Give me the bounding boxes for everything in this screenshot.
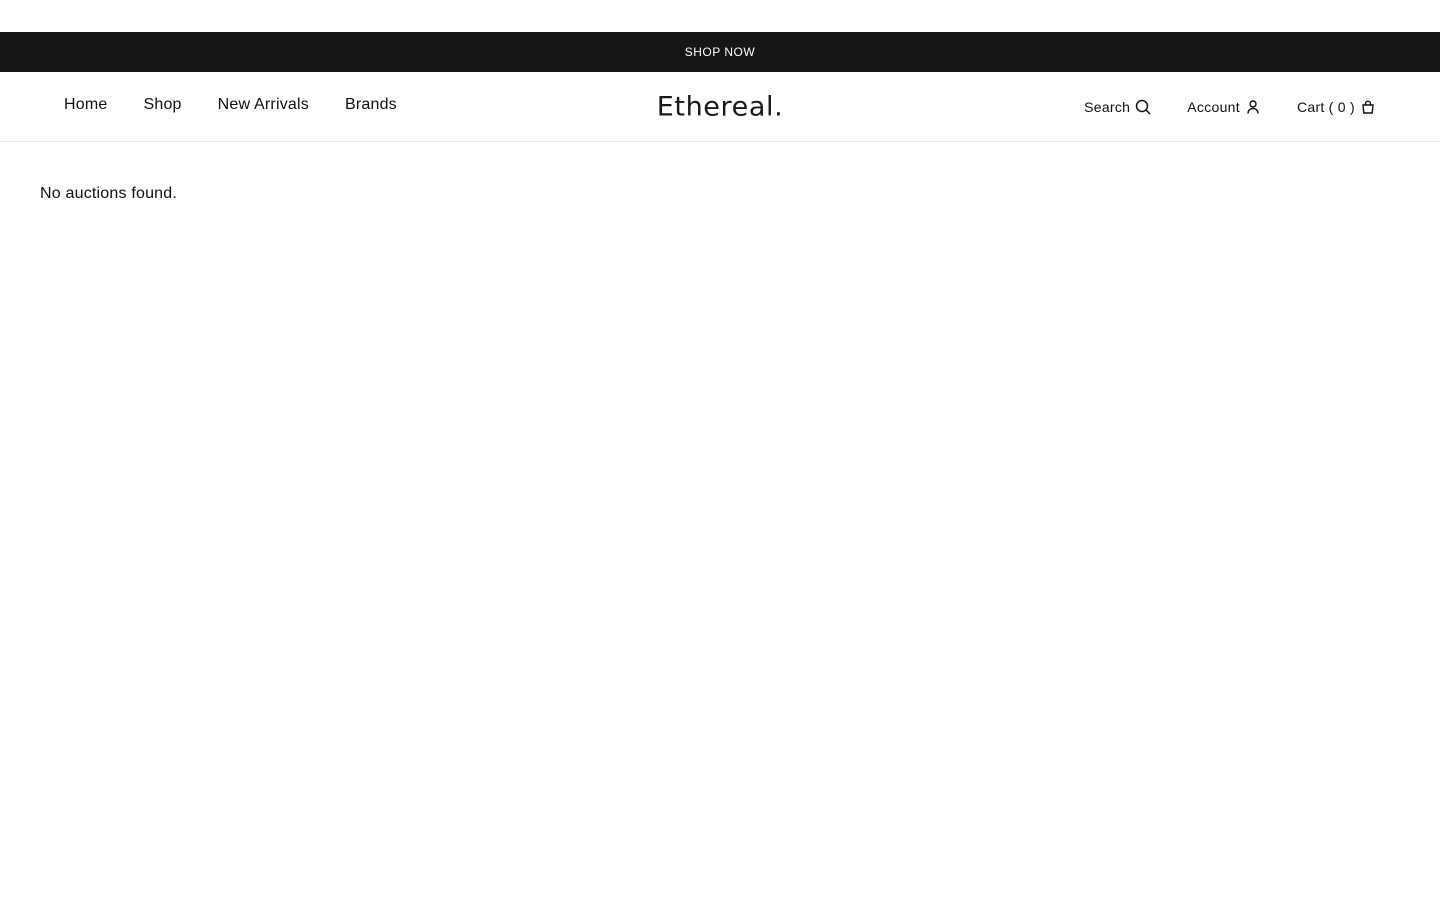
- search-icon: [1135, 99, 1151, 115]
- nav-item-home[interactable]: Home: [64, 96, 107, 114]
- account-button[interactable]: Account: [1187, 99, 1261, 115]
- main-content: No auctions found.: [0, 142, 1440, 243]
- main-nav: Home Shop New Arrivals Brands: [64, 96, 397, 114]
- top-spacer: [0, 0, 1440, 32]
- search-button[interactable]: Search: [1084, 99, 1151, 115]
- site-logo[interactable]: Ethereal.: [657, 91, 784, 122]
- nav-item-shop[interactable]: Shop: [143, 96, 181, 114]
- shopping-bag-icon: [1360, 99, 1376, 115]
- user-icon: [1245, 99, 1261, 115]
- empty-state-message: No auctions found.: [40, 185, 178, 202]
- account-label: Account: [1187, 98, 1240, 115]
- utility-nav: Search Account Cart ( 0 ): [1084, 99, 1376, 115]
- announcement-bar[interactable]: SHOP NOW: [0, 32, 1440, 72]
- site-header: Home Shop New Arrivals Brands Ethereal. …: [0, 72, 1440, 142]
- search-label: Search: [1084, 98, 1131, 115]
- cart-label: Cart: [1296, 98, 1325, 115]
- cart-count: ( 0 ): [1328, 98, 1355, 115]
- cart-button[interactable]: Cart ( 0 ): [1297, 99, 1376, 115]
- nav-item-brands[interactable]: Brands: [345, 96, 397, 114]
- nav-item-new-arrivals[interactable]: New Arrivals: [218, 96, 309, 114]
- announcement-text[interactable]: SHOP NOW: [685, 45, 755, 59]
